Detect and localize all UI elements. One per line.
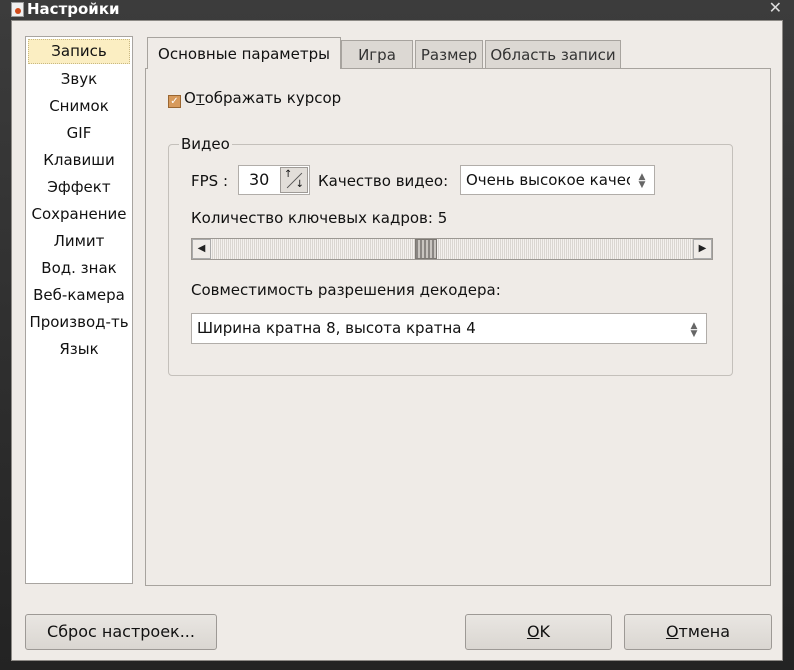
decoder-compat-value: Ширина кратна 8, высота кратна 4: [197, 319, 476, 337]
title-bar[interactable]: Настройки ✕: [0, 0, 794, 20]
chevron-up-down-icon: ▲ ▼: [630, 166, 654, 194]
video-quality-label: Качество видео:: [318, 172, 449, 190]
sidebar-item-language[interactable]: Язык: [28, 336, 130, 363]
keyframes-label: Количество ключевых кадров: 5: [191, 209, 448, 227]
sidebar-item-effect[interactable]: Эффект: [28, 174, 130, 201]
reset-settings-button[interactable]: Сброс настроек...: [25, 614, 217, 650]
arrow-up-icon: ↑: [284, 169, 293, 180]
window-title: Настройки: [27, 0, 120, 18]
ok-label-mnemonic: O: [526, 622, 540, 641]
show-cursor-checkbox[interactable]: ✓: [168, 95, 181, 108]
tab-record-area[interactable]: Область записи: [485, 40, 621, 68]
tab-bar: Основные параметры Игра Размер Область з…: [145, 37, 776, 69]
video-quality-value: Очень высокое качество: [466, 171, 655, 189]
sidebar-item-saving[interactable]: Сохранение: [28, 201, 130, 228]
fps-label: FPS :: [191, 172, 229, 190]
tab-panel-basic: ✓ Отображать курсор Видео FPS : 30 ↑ ↓ Ка…: [145, 68, 771, 586]
tab-basic-settings[interactable]: Основные параметры: [147, 37, 341, 69]
settings-category-list: Запись Звук Снимок GIF Клавиши Эффект Со…: [25, 36, 133, 584]
show-cursor-option[interactable]: ✓ Отображать курсор: [168, 89, 341, 108]
show-cursor-label-mnemonic: т: [195, 89, 205, 107]
sidebar-item-screenshot[interactable]: Снимок: [28, 93, 130, 120]
fps-spinbox[interactable]: 30 ↑ ↓: [238, 165, 310, 195]
keyframes-slider[interactable]: ◀ ▶: [191, 238, 713, 260]
cancel-label-rest: тмена: [678, 622, 731, 641]
ok-button[interactable]: OK: [465, 614, 612, 650]
video-group: Видео FPS : 30 ↑ ↓ Качество видео: Очень…: [168, 135, 733, 376]
cancel-label-mnemonic: О: [665, 622, 679, 641]
sidebar-item-watermark[interactable]: Вод. знак: [28, 255, 130, 282]
arrow-down-icon: ↓: [295, 179, 304, 190]
sidebar-item-sound[interactable]: Звук: [28, 66, 130, 93]
sidebar-item-hotkeys[interactable]: Клавиши: [28, 147, 130, 174]
scroll-right-icon[interactable]: ▶: [693, 239, 712, 259]
sidebar-item-limit[interactable]: Лимит: [28, 228, 130, 255]
app-icon: [11, 2, 24, 17]
chevron-up-down-icon: ▲ ▼: [682, 314, 706, 343]
ok-label-rest: K: [539, 622, 551, 641]
video-quality-select[interactable]: Очень высокое качество ▲ ▼: [460, 165, 655, 195]
cancel-button[interactable]: Отмена: [624, 614, 772, 650]
fps-stepper-button[interactable]: ↑ ↓: [280, 167, 308, 193]
show-cursor-label-first: О: [184, 89, 196, 107]
sidebar-item-webcam[interactable]: Веб-камера: [28, 282, 130, 309]
keyframes-slider-thumb[interactable]: [415, 239, 437, 259]
show-cursor-label-rest: ображать курсор: [204, 89, 342, 107]
settings-window: Настройки ✕ Запись Звук Снимок GIF Клави…: [0, 0, 794, 670]
sidebar-item-performance[interactable]: Производ-ть: [28, 309, 130, 336]
close-icon[interactable]: ✕: [769, 0, 782, 17]
video-group-title: Видео: [179, 135, 232, 153]
tab-game[interactable]: Игра: [341, 40, 413, 68]
decoder-compat-label: Совместимость разрешения декодера:: [191, 281, 501, 299]
fps-value: 30: [249, 170, 270, 189]
dialog-body: Запись Звук Снимок GIF Клавиши Эффект Со…: [11, 20, 783, 661]
sidebar-item-gif[interactable]: GIF: [28, 120, 130, 147]
scroll-left-icon[interactable]: ◀: [192, 239, 211, 259]
tab-size[interactable]: Размер: [415, 40, 483, 68]
decoder-compat-select[interactable]: Ширина кратна 8, высота кратна 4 ▲ ▼: [191, 313, 707, 344]
sidebar-item-record[interactable]: Запись: [28, 39, 130, 64]
